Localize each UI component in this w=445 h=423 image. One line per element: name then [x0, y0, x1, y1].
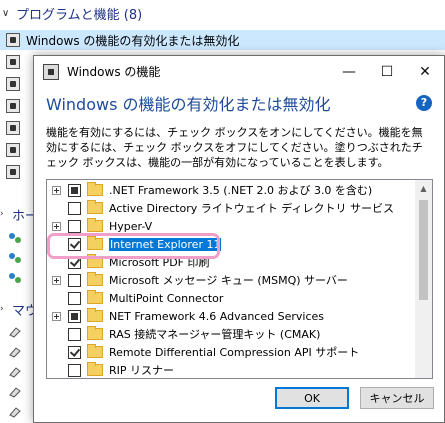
folder-icon — [87, 254, 103, 268]
help-icon[interactable]: ? — [416, 94, 432, 111]
expand-icon[interactable] — [52, 311, 61, 321]
chevron-right-icon: › — [0, 209, 4, 219]
feature-row[interactable]: MultiPoint Connector — [47, 289, 415, 307]
control-panel-item-icon — [6, 143, 20, 157]
scroll-up-icon[interactable]: ▲ — [415, 180, 432, 197]
feature-row[interactable]: Remote Differential Compression API サポート — [47, 343, 415, 361]
folder-icon — [87, 182, 103, 196]
folder-icon — [87, 290, 103, 304]
feature-checkbox[interactable] — [68, 237, 81, 251]
network-icon — [9, 253, 21, 263]
feature-checkbox[interactable] — [68, 291, 81, 305]
feature-row[interactable]: RAS 接続マネージャー管理キット (CMAK) — [47, 325, 415, 343]
feature-row-internet-explorer[interactable]: Internet Explorer 11 — [47, 235, 415, 253]
tree-scrollbar[interactable]: ▲ — [415, 180, 432, 378]
feature-checkbox[interactable] — [68, 309, 81, 323]
feature-row[interactable]: Active Directory ライトウェイト ディレクトリ サービス — [47, 199, 415, 217]
dialog-titlebar[interactable]: Windows の機能 — ☐ ✕ — [34, 56, 444, 87]
feature-label: NET Framework 4.6 Advanced Services — [109, 309, 324, 323]
feature-row[interactable]: RIP リスナー — [47, 361, 415, 378]
folder-icon — [87, 236, 103, 250]
feature-label: MultiPoint Connector — [109, 291, 224, 305]
expand-icon[interactable] — [52, 185, 61, 195]
feature-checkbox[interactable] — [68, 201, 81, 215]
mouse-icon — [9, 347, 21, 358]
feature-checkbox[interactable] — [68, 273, 81, 287]
network-icon — [9, 273, 21, 283]
cancel-button[interactable]: キャンセル — [360, 387, 434, 409]
folder-icon — [87, 308, 103, 322]
control-panel-item-icon — [6, 121, 20, 135]
maximize-button[interactable]: ☐ — [368, 56, 406, 87]
feature-checkbox[interactable] — [68, 327, 81, 341]
feature-row[interactable]: Microsoft PDF 印刷 — [47, 253, 415, 271]
folder-icon — [87, 362, 103, 376]
features-tree[interactable]: .NET Framework 3.5 (.NET 2.0 および 3.0 を含む… — [46, 179, 433, 379]
mouse-icon — [9, 407, 21, 418]
mouse-icon — [9, 387, 21, 398]
control-panel-item-icon — [6, 99, 20, 113]
mouse-icon — [9, 367, 21, 378]
programs-features-group-header[interactable]: ∨ プログラムと機能 (8) — [0, 0, 445, 26]
windows-features-app-icon — [43, 63, 59, 80]
feature-label: Microsoft PDF 印刷 — [109, 256, 210, 269]
windows-features-dialog: Windows の機能 — ☐ ✕ Windows の機能の有効化または無効化 … — [33, 55, 445, 423]
expand-icon[interactable] — [52, 221, 61, 231]
control-panel-item-icon — [6, 77, 20, 91]
feature-checkbox[interactable] — [68, 255, 81, 269]
feature-label: RIP リスナー — [109, 364, 175, 377]
minimize-button[interactable]: — — [330, 56, 368, 87]
feature-label: Microsoft メッセージ キュー (MSMQ) サーバー — [109, 274, 348, 287]
control-panel-item-icon — [6, 165, 20, 179]
control-panel-item-icon — [6, 55, 20, 69]
folder-icon — [87, 272, 103, 286]
folder-icon — [87, 326, 103, 340]
dialog-title: Windows の機能 — [67, 65, 161, 79]
dialog-heading: Windows の機能の有効化または無効化 — [46, 94, 331, 114]
feature-checkbox[interactable] — [68, 219, 81, 233]
dialog-heading-band: Windows の機能の有効化または無効化 ? — [34, 87, 444, 118]
feature-label: Remote Differential Compression API サポート — [109, 346, 360, 359]
result-turn-features-on-off[interactable]: Windows の機能の有効化または無効化 — [0, 30, 445, 50]
control-panel-item-icon — [6, 33, 20, 47]
folder-icon — [87, 218, 103, 232]
feature-row[interactable]: .NET Framework 3.5 (.NET 2.0 および 3.0 を含む… — [47, 181, 415, 199]
group-header-label: プログラムと機能 (8) — [16, 7, 143, 23]
feature-checkbox[interactable] — [68, 345, 81, 359]
feature-label: Hyper-V — [109, 219, 153, 233]
network-icon — [9, 233, 21, 243]
chevron-right-icon: › — [0, 304, 4, 314]
feature-row[interactable]: Hyper-V — [47, 217, 415, 235]
feature-checkbox[interactable] — [68, 363, 81, 377]
folder-icon — [87, 344, 103, 358]
folder-icon — [87, 200, 103, 214]
close-button[interactable]: ✕ — [406, 56, 444, 87]
feature-label: Internet Explorer 11 — [109, 237, 222, 251]
feature-label: Active Directory ライトウェイト ディレクトリ サービス — [109, 202, 394, 215]
result-label: Windows の機能の有効化または無効化 — [26, 33, 240, 48]
expand-icon[interactable] — [52, 275, 61, 285]
feature-label: .NET Framework 3.5 (.NET 2.0 および 3.0 を含む… — [109, 184, 373, 197]
scroll-thumb[interactable] — [419, 200, 428, 300]
feature-label: RAS 接続マネージャー管理キット (CMAK) — [109, 328, 321, 341]
ok-button[interactable]: OK — [275, 387, 349, 409]
feature-row[interactable]: NET Framework 4.6 Advanced Services — [47, 307, 415, 325]
mouse-icon — [9, 327, 21, 338]
feature-checkbox[interactable] — [68, 183, 81, 197]
dialog-description: 機能を有効にするには、チェック ボックスをオンにしてください。機能を無効にするに… — [46, 126, 423, 169]
chevron-down-icon: ∨ — [2, 7, 10, 19]
feature-row[interactable]: Microsoft メッセージ キュー (MSMQ) サーバー — [47, 271, 415, 289]
